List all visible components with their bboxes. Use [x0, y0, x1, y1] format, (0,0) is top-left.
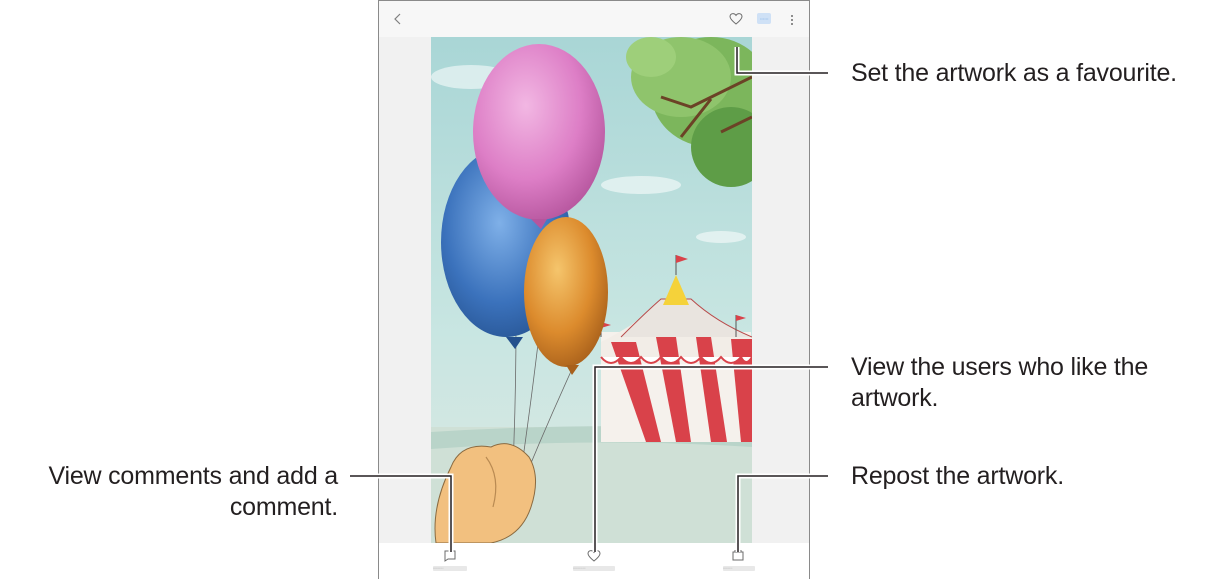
repost-callout: Repost the artwork.: [851, 462, 1064, 490]
tablet-frame: [378, 0, 810, 579]
likes-callout: View the users who like the artwork.: [851, 353, 1149, 412]
favourite-callout: Set the artwork as a favourite.: [851, 59, 1177, 87]
comments-callout: View comments and add a comment.: [48, 462, 338, 521]
tablet-screen: •••••• •••••••••• •••••••••••• •••••••••: [378, 0, 810, 579]
